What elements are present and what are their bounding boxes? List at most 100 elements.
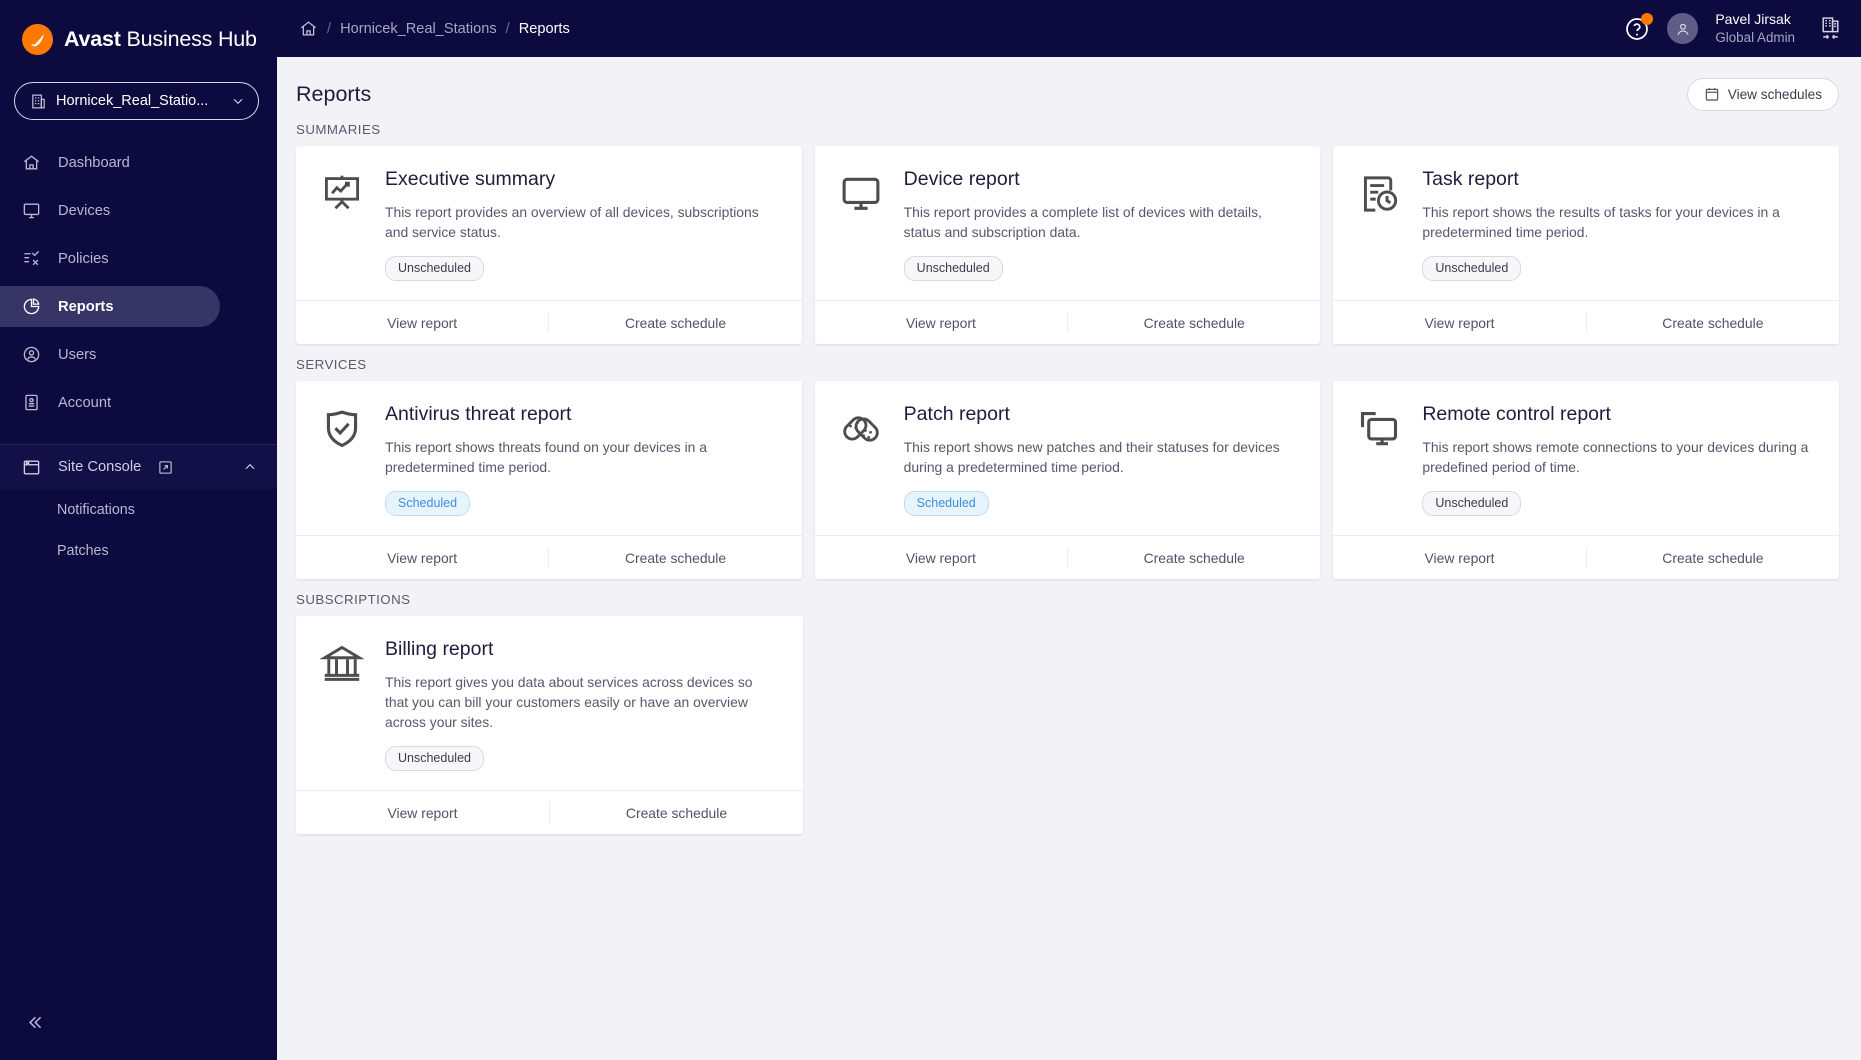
create-schedule-button[interactable]: Create schedule [549,301,801,344]
create-schedule-button[interactable]: Create schedule [1068,536,1320,579]
view-report-button[interactable]: View report [815,536,1067,579]
external-link-icon[interactable] [158,460,173,475]
document-clock-icon [1357,168,1403,281]
sidebar-item-label: Devices [58,202,111,219]
card-description: This report provides a complete list of … [903,204,1262,241]
sidebar-nav: Dashboard Devices Policies Reports Users… [0,142,277,430]
sidebar-item-patches[interactable]: Patches [0,530,277,571]
view-report-button[interactable]: View report [815,301,1067,344]
sidebar-collapse-button[interactable] [18,1006,50,1038]
card-footer: View report Create schedule [296,790,803,834]
view-report-button[interactable]: View report [296,301,548,344]
report-card-executive-summary[interactable]: Executive summary This report provides a… [296,146,802,345]
view-report-button[interactable]: View report [1333,536,1585,579]
view-report-button[interactable]: View report [296,536,548,579]
create-schedule-button[interactable]: Create schedule [1068,301,1320,344]
card-row-subscriptions: Billing report This report gives you dat… [277,616,1839,835]
user-name: Pavel Jirsak [1715,10,1791,27]
card-main: Patch report This report shows new patch… [903,403,1297,517]
section-label-services: SERVICES [296,357,367,373]
bank-building-icon [320,638,366,771]
card-row-services: Antivirus threat report This report show… [277,381,1840,580]
create-schedule-button[interactable]: Create schedule [549,536,801,579]
create-schedule-button[interactable]: Create schedule [1587,301,1839,344]
section-label-subscriptions: SUBSCRIPTIONS [296,592,411,608]
view-report-button[interactable]: View report [296,791,549,834]
notification-dot [1641,12,1654,25]
card-title: Remote control report [1422,403,1611,426]
card-main: Remote control report This report shows … [1422,403,1815,517]
card-description: This report shows remote connections to … [1422,439,1809,476]
sidebar-item-label: Reports [58,298,114,315]
card-row-summaries: Executive summary This report provides a… [277,146,1840,345]
status-badge: Unscheduled [903,256,1003,282]
calendar-icon [1704,86,1720,102]
status-badge: Scheduled [385,491,471,517]
report-card-patch-report[interactable]: Patch report This report shows new patch… [814,381,1321,580]
sidebar-item-dashboard[interactable]: Dashboard [0,142,220,183]
card-footer: View report Create schedule [1333,535,1840,579]
card-title: Antivirus threat report [385,403,572,426]
report-card-remote-control-report[interactable]: Remote control report This report shows … [1333,381,1840,580]
create-schedule-button[interactable]: Create schedule [1587,536,1839,579]
card-title: Billing report [385,638,494,661]
site-selector[interactable]: Hornicek_Real_Statio... [14,82,259,120]
card-title: Device report [903,168,1020,190]
help-button[interactable] [1624,12,1654,42]
home-icon[interactable] [299,19,318,38]
report-card-device-report[interactable]: Device report This report provides a com… [814,146,1321,345]
chevron-up-icon[interactable] [243,460,257,474]
sidebar-item-notifications[interactable]: Notifications [0,489,277,530]
card-title: Task report [1422,168,1519,190]
view-schedules-label: View schedules [1727,86,1822,102]
sidebar-item-account[interactable]: Account [0,382,220,423]
user-avatar-icon [1674,20,1692,38]
breadcrumb-separator: / [327,20,332,37]
topbar: / Hornicek_Real_Stations / Reports Pavel… [277,0,1861,57]
card-footer: View report Create schedule [1333,300,1840,344]
report-card-antivirus-threat-report[interactable]: Antivirus threat report This report show… [296,381,802,580]
card-main: Executive summary This report provides a… [385,168,778,282]
bandage-patch-icon [839,403,885,516]
sidebar-item-site-console[interactable]: Site Console [0,445,277,489]
switch-company-button[interactable] [1818,16,1843,41]
avatar[interactable] [1667,13,1699,44]
sidebar-item-label: Users [58,346,97,363]
monitor-icon [22,201,41,220]
create-schedule-button[interactable]: Create schedule [550,791,803,834]
section-label-summaries: SUMMARIES [296,122,381,137]
report-card-task-report[interactable]: Task report This report shows the result… [1333,146,1840,345]
report-card-billing-report[interactable]: Billing report This report gives you dat… [296,616,803,835]
account-card-icon [22,393,41,412]
sidebar-item-devices[interactable]: Devices [0,190,220,231]
card-main: Antivirus threat report This report show… [385,403,778,517]
breadcrumb-item-site[interactable]: Hornicek_Real_Stations [340,21,497,37]
breadcrumb: / Hornicek_Real_Stations / Reports [299,19,570,38]
avast-logo-icon [22,24,53,55]
page-header: Reports View schedules [277,57,1839,111]
view-report-button[interactable]: View report [1333,301,1585,344]
chevron-down-icon [231,94,245,108]
breadcrumb-item-current: Reports [518,20,570,37]
card-body: Patch report This report shows new patch… [815,381,1321,517]
sidebar-subitem-label: Patches [57,542,109,559]
card-description: This report gives you data about service… [385,674,753,731]
brand-name-bold: Avast [64,27,121,51]
sidebar-item-users[interactable]: Users [0,334,220,375]
app-root: Avast Business Hub Hornicek_Real_Statio.… [0,0,1861,1060]
user-role: Global Admin [1715,29,1795,45]
sidebar-item-policies[interactable]: Policies [0,238,220,279]
topbar-right: Pavel Jirsak Global Admin [1624,11,1843,46]
card-footer: View report Create schedule [814,300,1321,344]
sidebar-item-reports[interactable]: Reports [0,286,220,327]
user-info[interactable]: Pavel Jirsak Global Admin [1715,11,1795,46]
policies-icon [22,249,41,268]
brand: Avast Business Hub [0,0,277,57]
view-schedules-button[interactable]: View schedules [1686,77,1839,111]
home-icon [22,153,41,172]
switch-company-icon [1818,16,1843,41]
sidebar: Avast Business Hub Hornicek_Real_Statio.… [0,0,277,1060]
presentation-chart-icon [320,168,366,281]
sidebar-item-label: Dashboard [58,154,130,171]
shield-check-icon [320,403,366,516]
